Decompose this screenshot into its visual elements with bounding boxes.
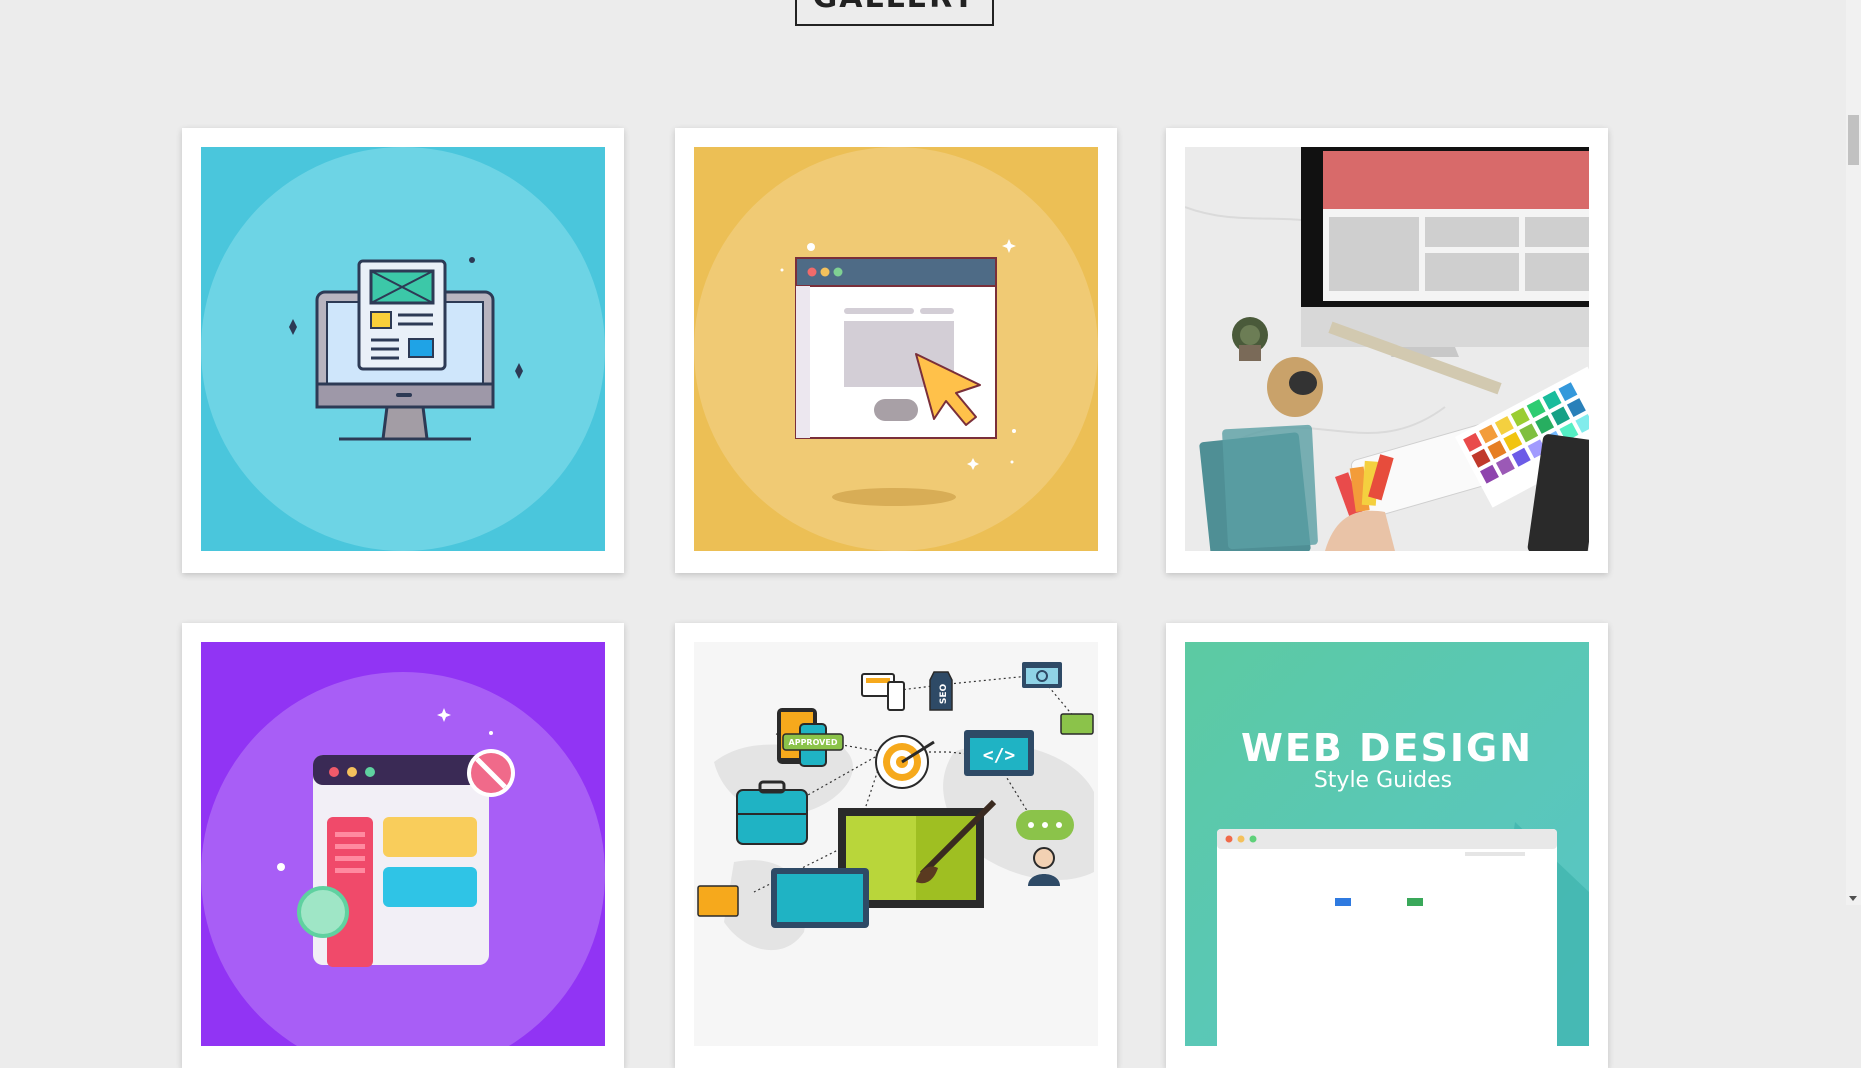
gallery-image-designer-desk[interactable]: [1185, 147, 1589, 551]
gallery-card-5[interactable]: APPROVED SEO </>: [675, 623, 1117, 1068]
scroll-down-arrow-icon[interactable]: [1849, 896, 1857, 901]
seo-network-icon: APPROVED SEO </>: [694, 642, 1098, 1046]
gallery-card-1[interactable]: [182, 128, 624, 573]
gallery-card-2[interactable]: [675, 128, 1117, 573]
gallery-image-browser-cursor[interactable]: [694, 147, 1098, 551]
seo-badge-text: SEO: [939, 684, 949, 705]
gallery-card-6[interactable]: WEB DESIGN Style Guides: [1166, 623, 1608, 1068]
cover-subtitle-text: Style Guides: [1314, 768, 1452, 793]
gallery-heading: GALLERY: [795, 0, 994, 26]
browser-cursor-icon: [694, 147, 1098, 551]
code-tag-text: </>: [983, 745, 1016, 766]
designer-desk-photo-icon: [1185, 147, 1589, 551]
cover-title-text: WEB DESIGN: [1241, 726, 1533, 770]
approved-badge-text: APPROVED: [789, 738, 838, 747]
gallery-image-style-guide-cover[interactable]: WEB DESIGN Style Guides: [1185, 642, 1589, 1046]
gallery-image-seo-network[interactable]: APPROVED SEO </>: [694, 642, 1098, 1046]
gallery-image-blocked-webpage[interactable]: [201, 642, 605, 1046]
vertical-scrollbar[interactable]: [1846, 0, 1861, 905]
gallery-image-monitor-wireframe[interactable]: [201, 147, 605, 551]
gallery-card-4[interactable]: [182, 623, 624, 1068]
style-guide-cover-icon: WEB DESIGN Style Guides: [1185, 642, 1589, 1046]
scrollbar-thumb[interactable]: [1848, 115, 1859, 165]
blocked-webpage-icon: [201, 642, 605, 1046]
monitor-wireframe-icon: [201, 147, 605, 551]
gallery-card-3[interactable]: [1166, 128, 1608, 573]
